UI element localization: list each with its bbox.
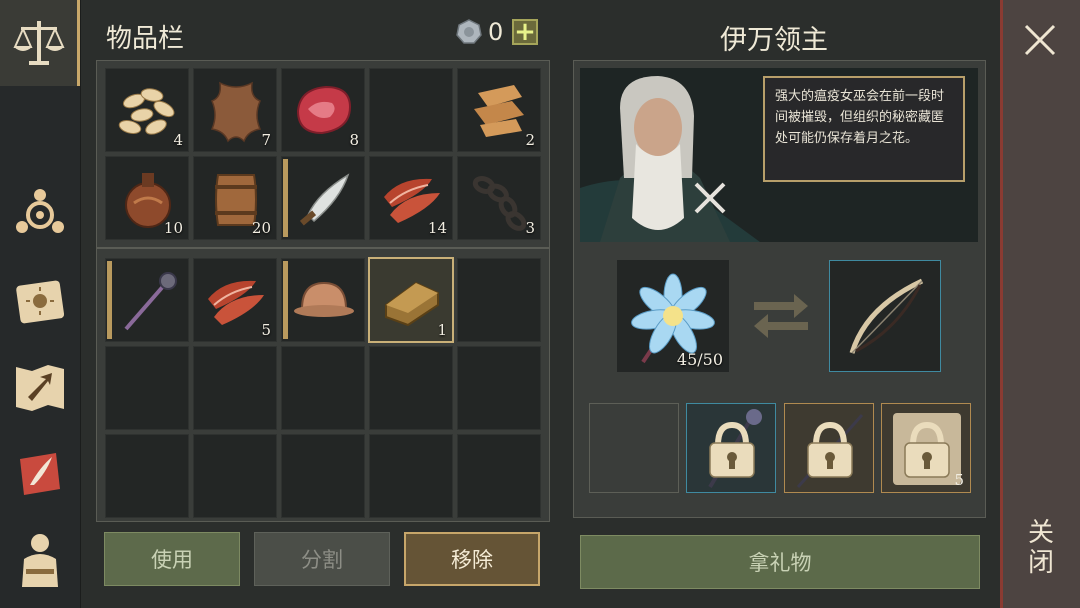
sidebar-item-map[interactable] [0,344,80,430]
reward-slot[interactable] [686,403,776,493]
inventory-slot-empty[interactable] [281,434,365,518]
silver-coin-icon [456,19,482,44]
inventory-slot[interactable] [105,258,189,342]
inventory-title: 物品栏 [106,24,185,54]
inventory-slot-empty[interactable] [369,434,453,518]
close-icon[interactable] [1020,20,1060,60]
inventory-slot-empty[interactable] [457,346,541,430]
triangle-gear-icon [16,189,64,233]
slot-quantity: 10 [163,219,183,237]
slot-quantity: 20 [251,219,271,237]
inventory-slot-empty[interactable] [457,258,541,342]
slot-quantity: 4 [173,131,183,149]
sidebar-item-quests[interactable] [0,430,80,516]
inventory-slot[interactable]: 8 [281,68,365,152]
inventory-slot-empty[interactable] [105,434,189,518]
quill-scroll-icon [20,453,60,495]
inventory-slot-selected[interactable]: 1 [368,257,454,343]
inventory-slot-empty[interactable] [281,346,365,430]
inventory-slot[interactable]: 7 [193,68,277,152]
slot-quantity: 2 [525,131,535,149]
trade-receive-slot[interactable] [829,260,941,372]
inventory-slot[interactable] [281,258,365,342]
sidebar [0,0,81,608]
inventory-slot-empty[interactable] [193,346,277,430]
split-button[interactable]: 分割 [254,532,390,586]
inventory-slot[interactable]: 10 [105,156,189,240]
npc-name: 伊万领主 [720,25,828,56]
sidebar-item-crafting[interactable] [0,172,80,258]
take-gift-button[interactable]: 拿礼物 [580,535,980,589]
currency-count: 0 [488,18,504,46]
trade-offer-quantity: 45/50 [676,350,723,369]
use-button[interactable]: 使用 [104,532,240,586]
locked-mace-icon [708,409,762,489]
inventory-slot-empty[interactable] [369,68,453,152]
slot-quantity: 8 [349,131,359,149]
reward-slot[interactable]: 5 [881,403,971,493]
inventory-slot-empty[interactable] [193,434,277,518]
map-arrow-icon [16,365,64,411]
reward-quantity: 5 [954,471,964,489]
trade-offer-slot[interactable]: 45/50 [617,260,729,372]
slot-quantity: 14 [427,219,447,237]
locked-spear-icon [796,414,864,488]
sidebar-item-trade[interactable] [0,0,80,86]
sidebar-item-character[interactable] [0,516,80,602]
scales-icon [12,21,65,65]
inventory-slot[interactable]: 14 [369,156,453,240]
swap-arrows-icon [754,294,808,338]
reward-slot-empty[interactable] [589,403,679,493]
sidebar-item-skills[interactable] [0,258,80,344]
character-icon [22,534,58,587]
reward-slot[interactable] [784,403,874,493]
bow-icon [849,278,924,354]
add-currency-button[interactable]: + [512,19,538,45]
slot-quantity: 7 [261,131,271,149]
close-label[interactable]: 关闭 [1026,518,1056,578]
slot-quantity: 5 [261,321,271,339]
remove-button[interactable]: 移除 [404,532,540,586]
mace-icon [124,272,177,331]
currency-display: 0 + [456,18,538,46]
inventory-slot[interactable] [281,156,365,240]
inventory-slot-empty[interactable] [369,346,453,430]
inventory-slot[interactable]: 4 [105,68,189,152]
inventory-slot[interactable]: 2 [457,68,541,152]
inventory-slot[interactable]: 5 [193,258,277,342]
machete-icon [299,173,350,226]
sun-book-icon [16,280,65,324]
helmet-icon [294,281,354,317]
inventory-slot[interactable]: 3 [457,156,541,240]
inventory-slot-empty[interactable] [105,346,189,430]
close-panel[interactable] [1000,0,1080,608]
npc-dialogue: 强大的瘟疫女巫会在前一段时间被摧毁，但组织的秘密藏匿处可能仍保存着月之花。 [763,76,965,182]
inventory-slot-empty[interactable] [457,434,541,518]
slot-quantity: 1 [437,321,447,339]
slot-quantity: 3 [525,219,535,237]
inventory-slot[interactable]: 20 [193,156,277,240]
